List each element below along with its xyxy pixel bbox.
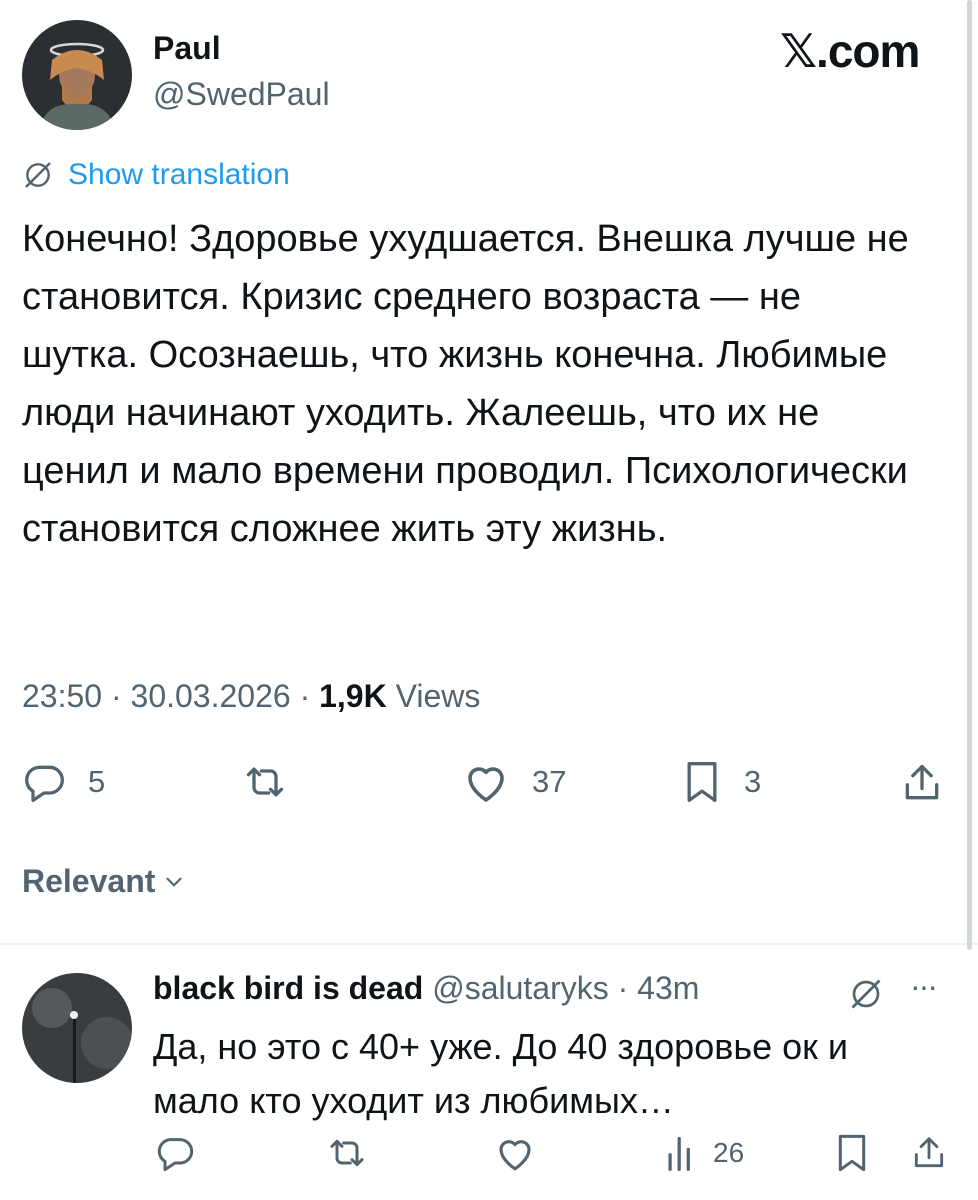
bookmark-count: 3 [744, 764, 762, 799]
views-icon [665, 1133, 697, 1173]
reply-icon [22, 760, 66, 804]
reply-retweet-button[interactable] [325, 1133, 369, 1173]
author-handle[interactable]: @SwedPaul [153, 76, 330, 113]
tweet-meta: 23:50 · 30.03.2026 · 1,9K Views [22, 678, 480, 715]
reply-button[interactable]: 5 [22, 760, 105, 804]
reply-count: 5 [88, 764, 106, 799]
heart-icon [494, 1133, 536, 1173]
bookmark-icon [835, 1133, 869, 1173]
retweet-button[interactable] [240, 760, 290, 804]
views-count: 1,9K [319, 678, 387, 714]
reply-avatar[interactable] [22, 973, 132, 1083]
chevron-down-icon [161, 869, 187, 895]
brand-logo: 𝕏.com [780, 25, 920, 77]
divider [0, 943, 978, 945]
heart-icon [462, 760, 510, 804]
tweet-date[interactable]: 30.03.2026 [131, 678, 291, 714]
separator: · [110, 678, 122, 714]
separator: · [299, 678, 311, 714]
reply-reply-button[interactable] [155, 1133, 195, 1173]
reply-text: Да, но это с 40+ уже. До 40 здоровье ок … [153, 1026, 849, 1121]
sort-selector[interactable]: Relevant [22, 863, 187, 900]
show-translation-button[interactable]: Show translation [22, 158, 290, 192]
author-name[interactable]: Paul [153, 30, 221, 67]
scrollbar[interactable] [967, 0, 972, 950]
bookmark-icon [682, 760, 722, 804]
bookmark-button[interactable]: 3 [682, 760, 761, 804]
reply-views-count: 26 [713, 1137, 745, 1168]
reply-author-handle[interactable]: @salutaryks [432, 970, 609, 1006]
retweet-icon [240, 760, 290, 804]
reply-age[interactable]: · 43m [618, 970, 700, 1006]
reply-author-name[interactable]: black bird is dead [153, 970, 423, 1006]
like-button[interactable]: 37 [462, 760, 566, 804]
views-label: Views [395, 678, 481, 714]
reply-bookmark-button[interactable] [835, 1133, 869, 1173]
tweet-text: Конечно! Здоровье ухудшается. Внешка луч… [22, 218, 909, 550]
tweet-time[interactable]: 23:50 [22, 678, 102, 714]
reply-views-button[interactable]: 26 [665, 1133, 744, 1173]
reply-translate-button[interactable] [848, 976, 884, 1017]
share-button[interactable] [900, 760, 944, 806]
retweet-icon [325, 1133, 369, 1173]
reply-share-button[interactable] [910, 1133, 948, 1173]
sort-label: Relevant [22, 863, 156, 899]
reply-like-button[interactable] [494, 1133, 536, 1173]
reply-header: black bird is dead @salutaryks · 43m [153, 970, 699, 1007]
show-translation-label: Show translation [68, 158, 290, 191]
avatar[interactable] [22, 20, 132, 130]
share-icon [910, 1133, 948, 1173]
share-icon [900, 760, 944, 806]
globe-slash-icon [848, 976, 884, 1012]
globe-slash-icon [22, 159, 54, 191]
like-count: 37 [532, 764, 567, 799]
reply-icon [155, 1133, 195, 1173]
more-options-button[interactable]: ··· [910, 968, 938, 1005]
